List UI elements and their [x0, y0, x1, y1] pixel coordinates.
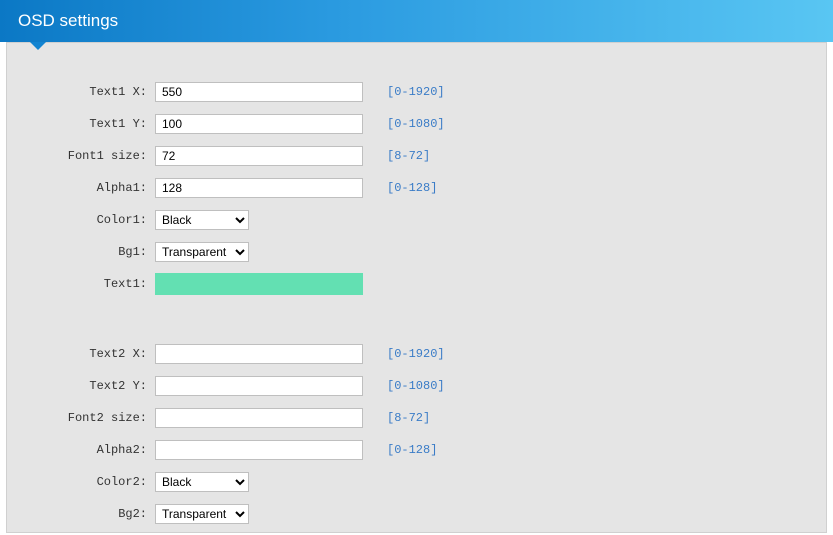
hint-text1-x: [0-1920]: [387, 85, 445, 99]
input-text1-x[interactable]: [155, 82, 363, 102]
label-color1: Color1: [7, 213, 155, 227]
row-text1-y: Text1 Y [0-1080]: [7, 113, 826, 135]
label-font1-size: Font1 size: [7, 149, 155, 163]
hint-text2-x: [0-1920]: [387, 347, 445, 361]
row-bg2: Bg2 Transparent: [7, 503, 826, 525]
row-color1: Color1 Black: [7, 209, 826, 231]
select-color2[interactable]: Black: [155, 472, 249, 492]
input-text1-y[interactable]: [155, 114, 363, 134]
row-text1: Text1: [7, 273, 826, 295]
row-font2-size: Font2 size [8-72]: [7, 407, 826, 429]
hint-alpha1: [0-128]: [387, 181, 437, 195]
label-font2-size: Font2 size: [7, 411, 155, 425]
input-alpha1[interactable]: [155, 178, 363, 198]
row-alpha1: Alpha1 [0-128]: [7, 177, 826, 199]
label-text2-x: Text2 X: [7, 347, 155, 361]
select-bg2[interactable]: Transparent: [155, 504, 249, 524]
label-bg2: Bg2: [7, 507, 155, 521]
row-text2-y: Text2 Y [0-1080]: [7, 375, 826, 397]
page-header: OSD settings: [0, 0, 833, 42]
label-alpha2: Alpha2: [7, 443, 155, 457]
label-bg1: Bg1: [7, 245, 155, 259]
hint-font1-size: [8-72]: [387, 149, 430, 163]
label-alpha1: Alpha1: [7, 181, 155, 195]
label-text1-y: Text1 Y: [7, 117, 155, 131]
label-color2: Color2: [7, 475, 155, 489]
label-text2-y: Text2 Y: [7, 379, 155, 393]
row-text2-x: Text2 X [0-1920]: [7, 343, 826, 365]
hint-alpha2: [0-128]: [387, 443, 437, 457]
row-text1-x: Text1 X [0-1920]: [7, 81, 826, 103]
page-title: OSD settings: [18, 11, 118, 30]
select-color1[interactable]: Black: [155, 210, 249, 230]
settings-panel: Text1 X [0-1920] Text1 Y [0-1080] Font1 …: [6, 42, 827, 533]
swatch-text1[interactable]: [155, 273, 363, 295]
select-bg1[interactable]: Transparent: [155, 242, 249, 262]
row-alpha2: Alpha2 [0-128]: [7, 439, 826, 461]
input-text2-y[interactable]: [155, 376, 363, 396]
row-bg1: Bg1 Transparent: [7, 241, 826, 263]
input-font2-size[interactable]: [155, 408, 363, 428]
row-font1-size: Font1 size [8-72]: [7, 145, 826, 167]
input-text2-x[interactable]: [155, 344, 363, 364]
row-color2: Color2 Black: [7, 471, 826, 493]
input-font1-size[interactable]: [155, 146, 363, 166]
hint-text1-y: [0-1080]: [387, 117, 445, 131]
label-text1: Text1: [7, 277, 155, 291]
label-text1-x: Text1 X: [7, 85, 155, 99]
hint-font2-size: [8-72]: [387, 411, 430, 425]
input-alpha2[interactable]: [155, 440, 363, 460]
hint-text2-y: [0-1080]: [387, 379, 445, 393]
